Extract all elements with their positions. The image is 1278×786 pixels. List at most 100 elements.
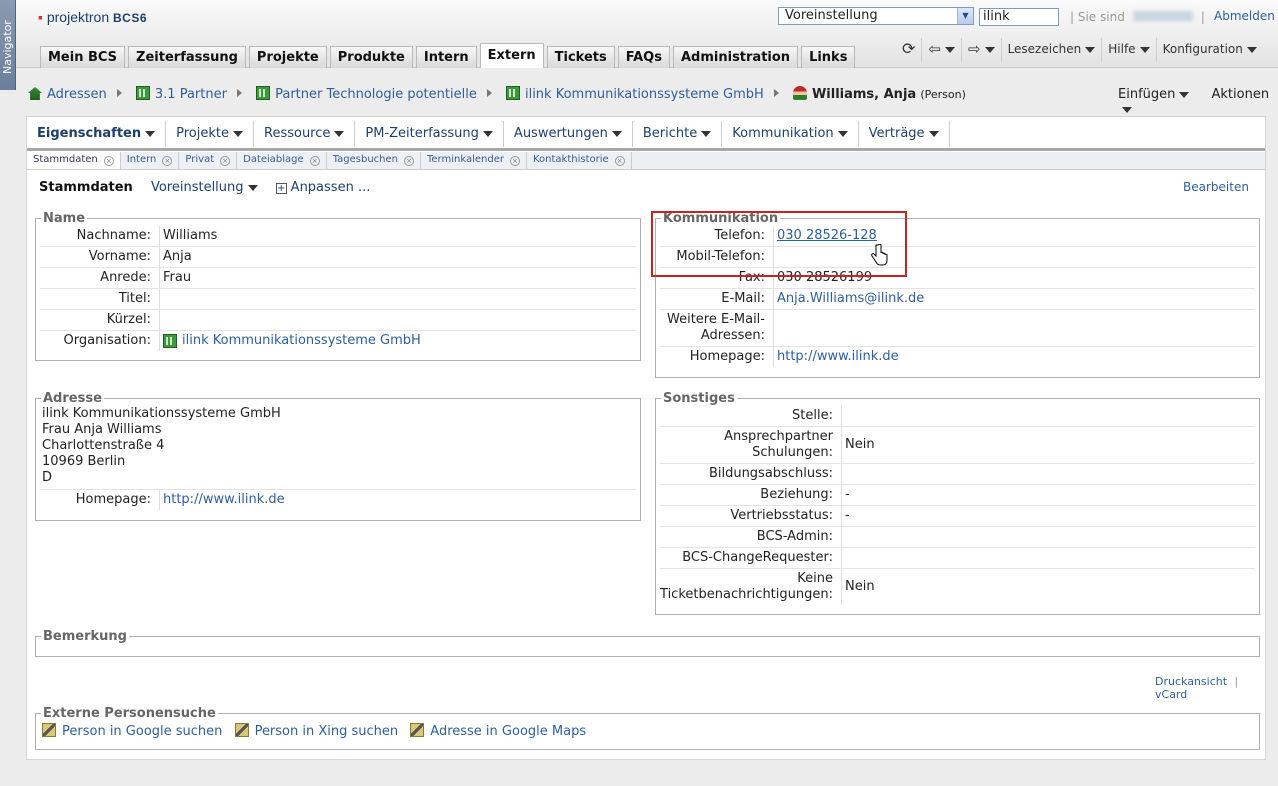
main-tab-links[interactable]: Links xyxy=(801,46,856,68)
caret-down-icon xyxy=(334,130,345,137)
xing-person-search[interactable]: Person in Xing suchen xyxy=(234,723,398,739)
main-tab-administration[interactable]: Administration xyxy=(672,46,799,68)
footer-links: Druckansicht | vCard xyxy=(1155,675,1239,701)
page-tab-terminkalender[interactable]: Terminkalender × xyxy=(421,152,527,169)
subnav-pm-zeiterfassung[interactable]: PM-Zeiterfassung xyxy=(355,121,504,147)
field-row-nachname: Nachname: Williams xyxy=(40,226,636,246)
field-link-organisation[interactable]: ilink Kommunikationssysteme GmbH xyxy=(182,333,421,349)
caret-down-icon xyxy=(701,130,712,137)
caret-down-icon xyxy=(482,130,493,137)
subnav-ressource[interactable]: Ressource xyxy=(254,121,356,147)
field-row-e-mail: E-Mail: Anja.Williams@ilink.de xyxy=(660,288,1255,309)
close-icon[interactable]: × xyxy=(220,156,231,166)
google-maps-search[interactable]: Adresse in Google Maps xyxy=(410,723,586,739)
search-icon xyxy=(410,723,425,737)
field-row-beziehung: Beziehung: - xyxy=(660,484,1255,505)
preset-dropdown[interactable]: Voreinstellung xyxy=(151,180,258,195)
caret-down-icon xyxy=(928,130,939,137)
field-value: Nein xyxy=(845,579,875,594)
field-value xyxy=(842,527,845,547)
address-homepage-label: Homepage: xyxy=(40,490,160,510)
page-tab-label: Dateiablage xyxy=(243,154,304,165)
page-tab-label: Kontakthistorie xyxy=(532,154,609,165)
page-tab-dateiablage[interactable]: Dateiablage × xyxy=(237,152,327,169)
field-link-homepage[interactable]: http://www.ilink.de xyxy=(777,349,899,365)
insert-menu[interactable]: Einfügen xyxy=(1118,87,1190,102)
main-tabs: Mein BCS Zeiterfassung Projekte Produkte Int… xyxy=(40,43,858,68)
close-icon[interactable]: × xyxy=(162,156,173,166)
field-label: Ansprechpartner Schulungen: xyxy=(660,427,842,463)
page-tab-tagesbuchen[interactable]: Tagesbuchen × xyxy=(327,152,421,169)
subnav-verträge[interactable]: Verträge xyxy=(859,121,950,147)
main-tab-tickets[interactable]: Tickets xyxy=(546,46,615,68)
page-tab-label: Stammdaten xyxy=(33,154,98,165)
caret-down-icon xyxy=(837,130,848,137)
field-value: Nein xyxy=(845,437,875,452)
field-label: Nachname: xyxy=(40,226,160,246)
field-label: Stelle: xyxy=(660,406,842,426)
field-row-weitere-e-mail-adressen: Weitere E-Mail-Adressen: xyxy=(660,309,1255,346)
field-row-keine-ticketbenachrichtigungen: Keine Ticketbenachrichtigungen: Nein xyxy=(660,568,1255,605)
home-icon xyxy=(28,87,42,100)
breadcrumb-partner[interactable]: 3.1 Partner xyxy=(135,86,227,102)
field-label: Anrede: xyxy=(40,268,160,288)
remark-section: Bemerkung xyxy=(35,629,1260,657)
back-icon[interactable]: ⇦ xyxy=(921,38,961,62)
forward-icon[interactable]: ⇨ xyxy=(960,38,1001,62)
page-tab-privat[interactable]: Privat × xyxy=(179,152,238,169)
user-info: | Sie sind | xyxy=(1070,10,1205,24)
bookmarks-menu[interactable]: Lesezeichen xyxy=(1000,38,1102,62)
subnav-projekte[interactable]: Projekte xyxy=(166,121,254,147)
field-row-titel: Titel: xyxy=(40,288,636,309)
app-header: ▪ projektron BCS6 Voreinstellung ▼ ilink … xyxy=(16,0,1278,68)
address-homepage-link[interactable]: http://www.ilink.de xyxy=(163,492,285,507)
field-label: Vorname: xyxy=(40,247,160,267)
page-tab-intern[interactable]: Intern × xyxy=(121,152,180,169)
page-tab-stammdaten[interactable]: Stammdaten × xyxy=(27,152,121,169)
config-menu[interactable]: Konfiguration xyxy=(1155,38,1263,62)
search-input[interactable]: ilink xyxy=(979,8,1059,26)
field-label: E-Mail: xyxy=(660,289,774,309)
main-tab-intern[interactable]: Intern xyxy=(415,46,477,68)
subnav-eigenschaften[interactable]: Eigenschaften xyxy=(27,121,167,147)
close-icon[interactable]: × xyxy=(103,156,114,166)
edit-link[interactable]: Bearbeiten xyxy=(1183,180,1249,194)
print-view-link[interactable]: Druckansicht xyxy=(1155,675,1227,688)
breadcrumb-organisation[interactable]: ilink Kommunikationssysteme GmbH xyxy=(505,86,764,102)
misc-section: Sonstiges Stelle: Ansprechpartner Schulun… xyxy=(655,391,1260,615)
field-label: Beziehung: xyxy=(660,485,842,505)
main-tab-faqs[interactable]: FAQs xyxy=(617,46,670,68)
content-card: Eigenschaften Projekte Ressource PM-Zeiterf… xyxy=(26,116,1266,760)
highlight-box xyxy=(651,211,907,277)
subnav-auswertungen[interactable]: Auswertungen xyxy=(504,121,633,147)
main-tab-mein-bcs[interactable]: Mein BCS xyxy=(40,46,126,68)
preset-select[interactable]: Voreinstellung ▼ xyxy=(778,7,974,25)
subnav-kommunikation[interactable]: Kommunikation xyxy=(722,121,859,147)
vcard-link[interactable]: vCard xyxy=(1155,688,1187,701)
subnav-berichte[interactable]: Berichte xyxy=(633,121,723,147)
address-line: ilink Kommunikationssysteme GmbH xyxy=(42,406,281,421)
google-person-search[interactable]: Person in Google suchen xyxy=(42,723,222,739)
subnav-label: Ressource xyxy=(264,126,331,141)
breadcrumb-partner-technologie[interactable]: Partner Technologie potentielle xyxy=(256,86,477,102)
breadcrumb-adressen[interactable]: Adressen xyxy=(28,87,107,102)
close-icon[interactable]: × xyxy=(614,156,625,166)
search-icon xyxy=(42,723,56,737)
refresh-icon[interactable]: ⟳ xyxy=(896,38,921,62)
page-tab-kontakthistorie[interactable]: Kontakthistorie × xyxy=(527,152,632,169)
page-tab-label: Terminkalender xyxy=(427,154,504,165)
help-menu[interactable]: Hilfe xyxy=(1101,38,1155,62)
breadcrumb-person: Williams, Anja (Person) xyxy=(792,86,966,102)
close-icon[interactable]: × xyxy=(404,156,414,166)
close-icon[interactable]: × xyxy=(509,156,520,166)
field-link-e-mail[interactable]: Anja.Williams@ilink.de xyxy=(777,291,924,307)
customize-link[interactable]: + Anpassen ... xyxy=(275,180,370,195)
address-line: Charlottenstraße 4 xyxy=(42,438,165,453)
logout-link[interactable]: Abmelden xyxy=(1214,9,1275,23)
main-tab-projekte[interactable]: Projekte xyxy=(248,46,327,68)
close-icon[interactable]: × xyxy=(309,156,320,166)
navigator-tab[interactable]: Navigator xyxy=(0,0,16,90)
main-tab-produkte[interactable]: Produkte xyxy=(329,46,413,68)
main-tab-zeiterfassung[interactable]: Zeiterfassung xyxy=(128,46,246,68)
main-tab-extern[interactable]: Extern xyxy=(479,43,544,68)
